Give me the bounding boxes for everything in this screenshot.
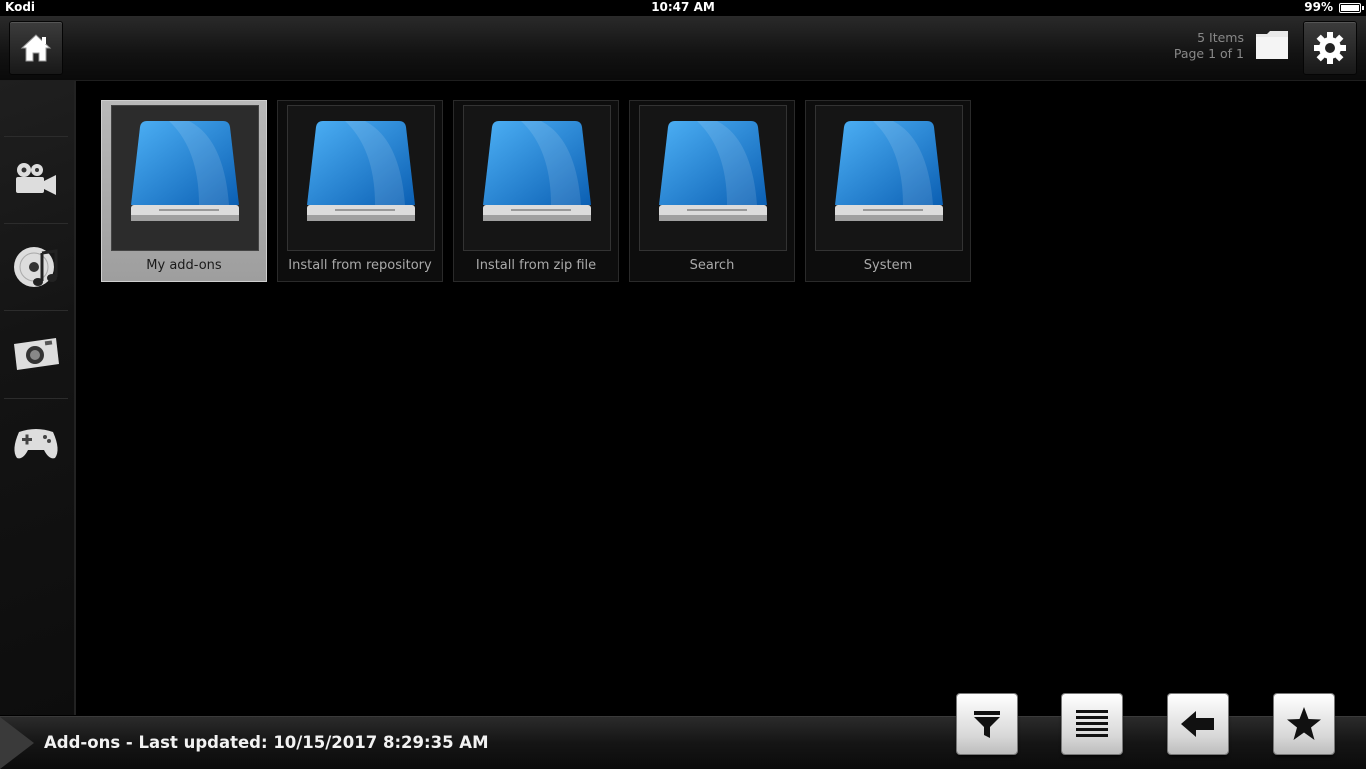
footer-bar: Add-ons - Last updated: 10/15/2017 8:29:…	[0, 716, 1366, 769]
grid-item-system[interactable]: System	[805, 100, 971, 282]
drive-thumbnail	[463, 105, 611, 251]
footer-title: Add-ons - Last updated: 10/15/2017 8:29:…	[44, 733, 489, 752]
sidebar-item-music[interactable]	[4, 223, 68, 310]
home-button[interactable]	[9, 21, 63, 75]
music-disc-icon	[14, 247, 58, 287]
drive-thumbnail	[815, 105, 963, 251]
list-icon	[1076, 710, 1108, 737]
battery-icon	[1339, 2, 1364, 13]
grid-item-install-from-repository[interactable]: Install from repository	[277, 100, 443, 282]
back-arrow-icon	[1181, 711, 1214, 737]
back-button[interactable]	[1168, 694, 1228, 754]
hard-drive-icon	[307, 121, 415, 221]
footer-arrow-decoration	[0, 717, 34, 769]
sidebar-item-videos[interactable]	[4, 136, 68, 223]
folder-icon[interactable]	[1255, 30, 1289, 60]
grid-item-search[interactable]: Search	[629, 100, 795, 282]
sidebar-item-games[interactable]	[4, 398, 68, 485]
battery-percent: 99%	[1304, 0, 1333, 14]
gamepad-icon	[14, 429, 58, 459]
page-info: 5 Items Page 1 of 1	[1174, 30, 1244, 62]
view-options-button[interactable]	[1062, 694, 1122, 754]
page-number: Page 1 of 1	[1173, 46, 1244, 61]
grid-item-label: System	[863, 258, 913, 273]
star-icon	[1287, 707, 1321, 740]
hard-drive-icon	[131, 121, 239, 221]
hard-drive-icon	[483, 121, 591, 221]
grid-item-label: My add-ons	[146, 258, 222, 273]
gear-icon	[1314, 32, 1346, 64]
grid-item-label: Install from repository	[288, 258, 432, 273]
status-bar: Kodi 10:47 AM 99%	[0, 0, 1366, 16]
filter-icon	[974, 711, 1000, 738]
video-camera-icon	[16, 163, 56, 195]
drive-thumbnail	[111, 105, 259, 251]
home-icon	[20, 34, 52, 62]
grid-item-my-addons[interactable]: My add-ons	[101, 100, 267, 282]
drive-thumbnail	[287, 105, 435, 251]
grid-item-install-from-zip[interactable]: Install from zip file	[453, 100, 619, 282]
clock: 10:47 AM	[651, 0, 715, 14]
sidebar-item-pictures[interactable]	[4, 310, 68, 397]
settings-button[interactable]	[1303, 21, 1357, 75]
photo-camera-icon	[14, 338, 59, 370]
items-count: 5 Items	[1197, 30, 1244, 45]
grid-item-label: Install from zip file	[475, 258, 597, 273]
battery-status: 99%	[1304, 0, 1364, 15]
hard-drive-icon	[659, 121, 767, 221]
favourites-button[interactable]	[1274, 694, 1334, 754]
sidebar	[0, 81, 76, 715]
top-bar: 5 Items Page 1 of 1	[0, 16, 1366, 81]
filter-button[interactable]	[957, 694, 1017, 754]
drive-thumbnail	[639, 105, 787, 251]
hard-drive-icon	[835, 121, 943, 221]
grid-item-label: Search	[689, 258, 735, 273]
